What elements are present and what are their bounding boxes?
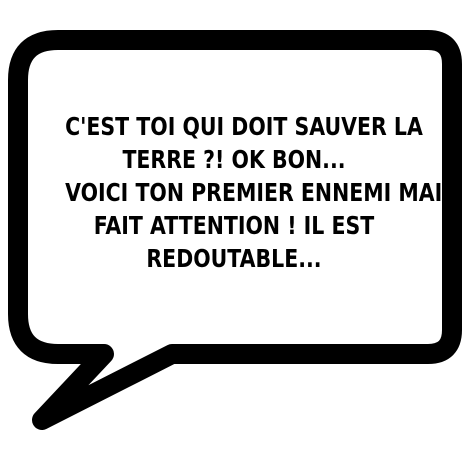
- dialogue-line-2: TERRE ?! OK BON...: [122, 145, 346, 174]
- dialogue-line-5: REDOUTABLE...: [146, 244, 322, 273]
- dialogue-line-1: C'EST TOI QUI DOIT SAUVER LA: [65, 112, 423, 141]
- dialogue-text: C'EST TOI QUI DOIT SAUVER LA TERRE ?! OK…: [65, 110, 458, 275]
- dialogue-line-3: VOICI TON PREMIER ENNEMI MAIS: [65, 178, 458, 207]
- dialogue-line-4: FAIT ATTENTION ! IL EST: [93, 211, 375, 240]
